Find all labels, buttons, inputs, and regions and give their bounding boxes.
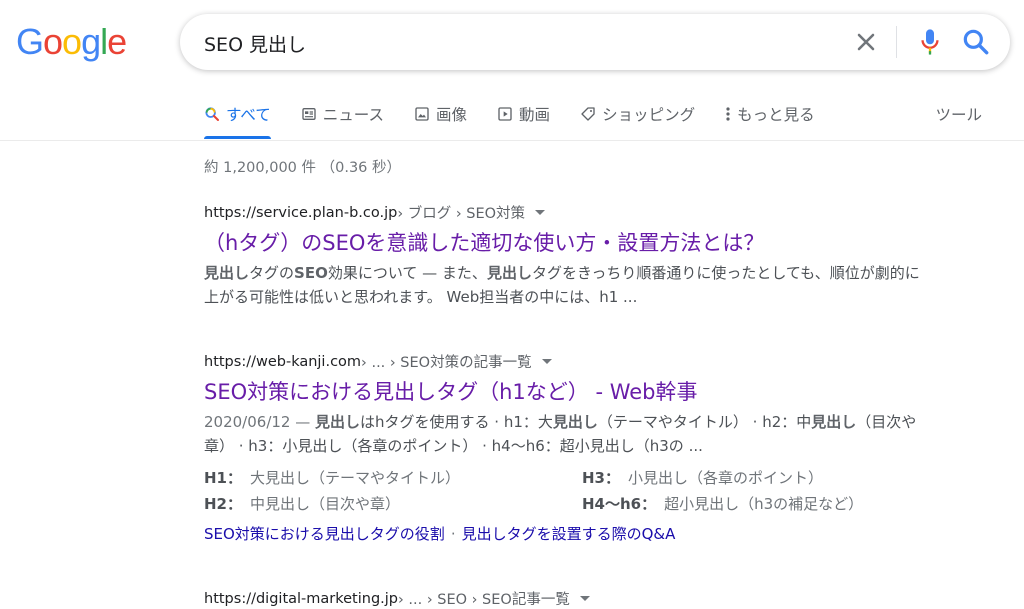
caret-down-icon[interactable] [535, 210, 546, 215]
caret-down-icon[interactable] [541, 359, 552, 364]
search-box [180, 14, 1010, 72]
logo-letter: g [81, 21, 101, 62]
logo-letter: o [43, 21, 63, 62]
url-breadcrumb: › ... › SEO › SEO記事一覧 [398, 592, 570, 608]
tab-images[interactable]: 画像 [414, 102, 467, 126]
sitelinks: SEO対策における見出しタグの役割 · 見出しタグを設置する際のQ&A [204, 522, 964, 546]
kv-item: H2： 中見出し（目次や章） [204, 492, 582, 516]
tab-more[interactable]: もっと見る [725, 102, 815, 126]
result-url[interactable]: https://digital-marketing.jp › ... › SEO… [204, 588, 964, 609]
kv-item: H4〜h6： 超小見出し（h3の補足など） [582, 492, 922, 516]
tab-videos[interactable]: 動画 [497, 102, 550, 126]
image-icon [415, 107, 429, 121]
result-structured-data: H1： 大見出し（テーマやタイトル） H3： 小見出し（各章のポイント） H2： 中見… [204, 466, 964, 516]
logo-letter: l [100, 21, 108, 62]
url-base: https://digital-marketing.jp [204, 590, 398, 607]
tab-label: ニュース [322, 106, 385, 124]
logo-letter: o [62, 21, 82, 62]
result-url[interactable]: https://web-kanji.com › ... › SEO対策の記事一覧 [204, 351, 964, 372]
kv-value: 大見出し（テーマやタイトル） [250, 469, 461, 487]
more-vert-icon [726, 107, 730, 121]
video-icon [498, 107, 512, 121]
search-divider [896, 26, 897, 58]
result-url[interactable]: https://service.plan-b.co.jp › ブログ › SEO… [204, 202, 964, 223]
kv-item: H3： 小見出し（各章のポイント） [582, 466, 922, 490]
kv-value: 小見出し（各章のポイント） [628, 469, 824, 487]
result-stats: 約 1,200,000 件 （0.36 秒） [204, 160, 402, 176]
kv-key: H4〜h6： [582, 495, 657, 513]
header-divider [0, 140, 1024, 141]
url-base: https://web-kanji.com [204, 353, 362, 370]
news-icon [302, 108, 316, 120]
result-snippet: 2020/06/12 — 見出しはhタグを使用する · h1：大見出し（テーマや… [204, 413, 917, 455]
kv-key: H1： [204, 469, 242, 487]
tab-shopping[interactable]: ショッピング [580, 102, 695, 126]
tab-label: すべて [226, 106, 271, 124]
result-snippet: 見出しタグのSEO効果について — また、見出しタグをきっちり順番通りに使ったと… [204, 264, 920, 306]
search-input[interactable] [202, 14, 846, 72]
sitelink[interactable]: SEO対策における見出しタグの役割 [204, 525, 445, 543]
caret-down-icon[interactable] [579, 596, 590, 601]
tab-news[interactable]: ニュース [301, 102, 384, 126]
tab-label: もっと見る [737, 106, 815, 124]
tab-label: 画像 [436, 106, 468, 124]
url-breadcrumb: › ブログ › SEO対策 [397, 206, 526, 222]
kv-item: H1： 大見出し（テーマやタイトル） [204, 466, 582, 490]
kv-value: 中見出し（目次や章） [250, 495, 401, 513]
search-icon [205, 107, 219, 121]
tag-icon [581, 107, 595, 121]
tab-label: 動画 [519, 106, 551, 124]
search-result: https://service.plan-b.co.jp › ブログ › SEO… [204, 202, 964, 309]
google-logo[interactable]: Google [16, 21, 127, 62]
logo-letter: G [16, 21, 44, 62]
search-result: https://web-kanji.com › ... › SEO対策の記事一覧… [204, 351, 964, 546]
kv-value: 超小見出し（h3の補足など） [664, 495, 864, 513]
result-title[interactable]: SEO対策における見出しタグ（h1など） - Web幹事 [204, 378, 964, 406]
tab-all[interactable]: すべて [204, 102, 271, 139]
sitelink-separator: · [450, 525, 456, 543]
mic-icon [921, 29, 939, 55]
logo-letter: e [107, 21, 127, 62]
search-icon [963, 29, 989, 55]
url-breadcrumb: › ... › SEO対策の記事一覧 [361, 355, 532, 371]
search-tabs: すべて ニュース 画像 動画 ショッピング もっと見る [204, 102, 845, 140]
tools-button[interactable]: ツール [935, 102, 982, 126]
search-result: https://digital-marketing.jp › ... › SEO… [204, 588, 964, 609]
kv-key: H3： [582, 469, 620, 487]
voice-search-button[interactable] [916, 26, 944, 58]
tab-label: ショッピング [602, 106, 696, 124]
close-icon [857, 33, 875, 51]
result-title[interactable]: （hタグ）のSEOを意識した適切な使い方・設置方法とは？ [204, 229, 964, 257]
kv-key: H2： [204, 495, 242, 513]
search-button[interactable] [960, 26, 992, 58]
clear-button[interactable] [852, 28, 880, 56]
sitelink[interactable]: 見出しタグを設置する際のQ&A [462, 525, 676, 543]
url-base: https://service.plan-b.co.jp [204, 204, 398, 221]
